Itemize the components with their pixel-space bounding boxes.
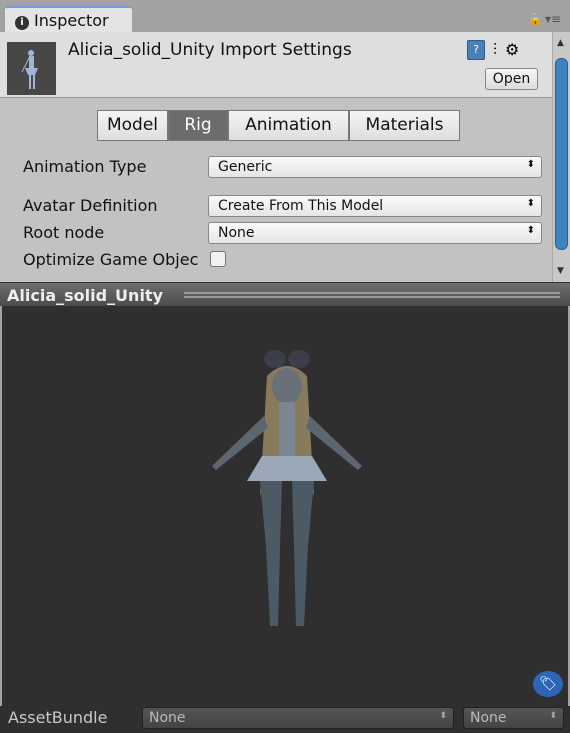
- root-node-dropdown[interactable]: None ⬍: [208, 222, 542, 244]
- animation-type-dropdown[interactable]: Generic ⬍: [208, 156, 542, 178]
- rig-settings: Model Rig Animation Materials Animation …: [0, 98, 552, 282]
- tab-inspector[interactable]: i Inspector: [5, 6, 132, 33]
- lock-icon[interactable]: 🔒: [528, 12, 543, 26]
- asset-variant-dropdown[interactable]: None ⬍: [463, 707, 564, 729]
- page-title: Alicia_solid_Unity Import Settings: [68, 40, 352, 60]
- preview-title: Alicia_solid_Unity: [7, 286, 163, 305]
- updown-icon: ⬍: [526, 198, 535, 209]
- tab-materials[interactable]: Materials: [349, 110, 460, 141]
- help-icon[interactable]: ?: [467, 40, 485, 60]
- updown-icon: ⬍: [439, 711, 447, 721]
- asset-bundle-dropdown[interactable]: None ⬍: [142, 707, 454, 729]
- open-button[interactable]: Open: [485, 68, 538, 90]
- tab-animation[interactable]: Animation: [228, 110, 349, 141]
- character-model: [212, 350, 362, 626]
- menu-icon[interactable]: ▾≡: [545, 12, 561, 26]
- model-preview[interactable]: [2, 306, 568, 706]
- animation-type-value: Generic: [218, 159, 273, 175]
- preview-header[interactable]: Alicia_solid_Unity: [0, 282, 570, 306]
- tag-icon[interactable]: 🏷: [533, 671, 563, 697]
- avatar-definition-value: Create From This Model: [218, 198, 384, 214]
- tab-model[interactable]: Model: [97, 110, 168, 141]
- animation-type-label: Animation Type: [23, 157, 147, 176]
- model-thumbnail: [7, 42, 56, 95]
- gear-icon[interactable]: ⚙: [505, 40, 519, 60]
- avatar-definition-dropdown[interactable]: Create From This Model ⬍: [208, 195, 542, 217]
- inspector-header: Alicia_solid_Unity Import Settings ? ⫶ ⚙…: [0, 32, 552, 98]
- asset-bundle-value: None: [149, 710, 186, 726]
- root-node-value: None: [218, 225, 255, 241]
- root-node-label: Root node: [23, 223, 105, 242]
- avatar-definition-label: Avatar Definition: [23, 196, 158, 215]
- scrollbar-thumb[interactable]: [555, 58, 568, 250]
- scroll-up-icon[interactable]: ▲: [557, 38, 564, 48]
- updown-icon: ⬍: [526, 225, 535, 236]
- tab-rig[interactable]: Rig: [168, 110, 228, 141]
- asset-bundle-bar: AssetBundle None ⬍ None ⬍: [0, 706, 570, 733]
- drag-handle[interactable]: [184, 292, 560, 298]
- updown-icon: ⬍: [549, 711, 557, 721]
- info-icon: i: [15, 16, 29, 30]
- asset-variant-value: None: [470, 710, 507, 726]
- tab-label: Inspector: [34, 11, 109, 30]
- asset-bundle-label: AssetBundle: [8, 708, 108, 727]
- scrollbar[interactable]: ▲ ▼: [552, 32, 570, 282]
- updown-icon: ⬍: [526, 159, 535, 170]
- scroll-down-icon[interactable]: ▼: [557, 266, 564, 276]
- preset-icon[interactable]: ⫶: [493, 40, 497, 60]
- optimize-label: Optimize Game Objec: [23, 250, 199, 269]
- optimize-checkbox[interactable]: [210, 251, 226, 267]
